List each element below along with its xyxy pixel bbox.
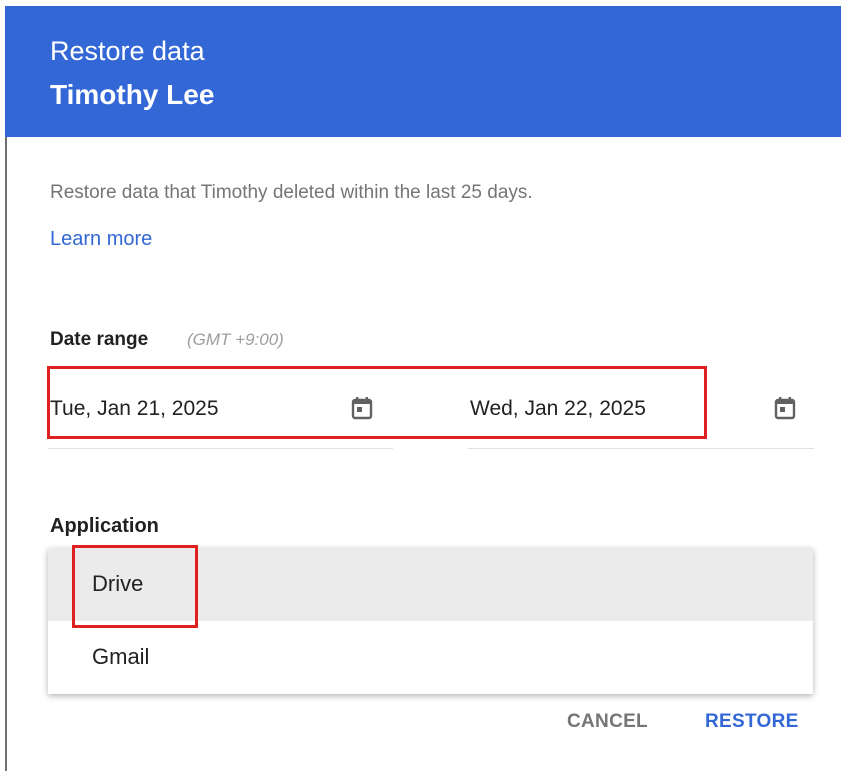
cancel-button[interactable]: CANCEL (567, 708, 648, 736)
restore-description: Restore data that Timothy deleted within… (50, 182, 533, 203)
dialog-title: Restore data (50, 36, 205, 66)
end-date-value: Wed, Jan 22, 2025 (470, 397, 646, 420)
date-range-label: Date range (50, 329, 149, 350)
menu-item-label: Gmail (92, 644, 150, 669)
menu-item-label: Drive (92, 571, 144, 596)
menu-item-gmail[interactable]: Gmail (48, 621, 813, 694)
calendar-icon[interactable] (774, 396, 796, 420)
restore-button[interactable]: RESTORE (705, 708, 799, 736)
calendar-icon[interactable] (351, 396, 373, 420)
start-date-field[interactable]: Tue, Jan 21, 2025 (48, 382, 393, 449)
learn-more-link[interactable]: Learn more (50, 225, 152, 253)
user-name: Timothy Lee (50, 79, 215, 110)
timezone-label: (GMT +9:00) (187, 330, 284, 349)
start-date-value: Tue, Jan 21, 2025 (50, 397, 219, 420)
dialog-header: Restore data Timothy Lee (5, 6, 841, 137)
application-dropdown-menu: Drive Gmail (48, 548, 813, 694)
end-date-field[interactable]: Wed, Jan 22, 2025 (468, 382, 814, 449)
menu-item-drive[interactable]: Drive (48, 548, 813, 621)
application-label: Application (50, 515, 159, 537)
restore-data-dialog: Restore data Timothy Lee Restore data th… (0, 0, 841, 771)
